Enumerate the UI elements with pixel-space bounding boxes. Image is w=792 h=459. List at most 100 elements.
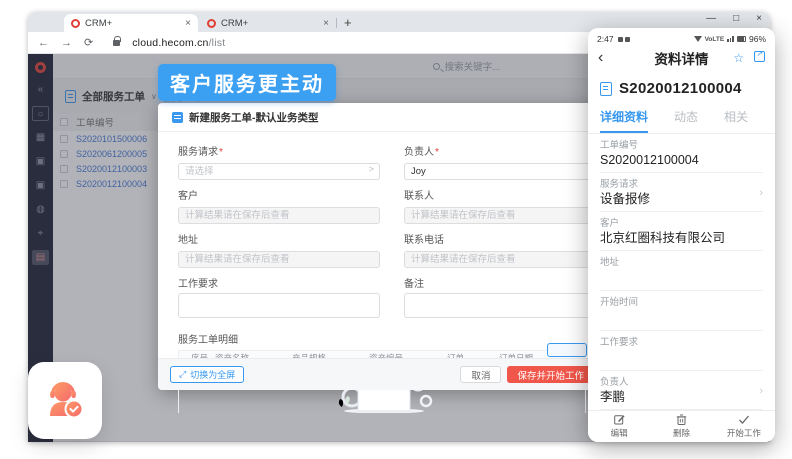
forward-icon[interactable]: →	[61, 37, 72, 49]
new-order-modal: 新建服务工单-默认业务类型 服务请求 > 负责人 客户	[158, 103, 606, 390]
field-label: 开始时间	[600, 297, 763, 308]
record-id-row: S2020012100004	[588, 70, 775, 99]
phone-nav-bar: ‹ 资料详情 ☆	[588, 46, 775, 70]
window-maximize-button[interactable]: □	[733, 13, 739, 24]
field-value	[600, 350, 763, 366]
url-text[interactable]: cloud.hecom.cn/list	[132, 37, 225, 49]
phone-field-list: 工单编号 S2020012100004 服务请求 设备报修 › 客户 北京红圈科…	[588, 134, 775, 431]
cancel-button[interactable]: 取消	[460, 366, 501, 383]
phone-status-bar: 2:47 VoLTE 96%	[588, 28, 775, 46]
field-address: 地址	[178, 224, 380, 268]
modal-footer: ⤢ 切换为全屏 取消 保存并开始工作	[158, 358, 606, 390]
field-label: 工作要求	[178, 275, 380, 290]
field-owner[interactable]: 负责人 李鹏 ›	[600, 371, 763, 410]
worksheet-icon	[600, 82, 612, 96]
start-work-button[interactable]: 开始工作	[713, 411, 775, 442]
battery-icon	[737, 36, 746, 42]
field-label: 服务请求	[178, 143, 380, 158]
tab-close-icon[interactable]: ×	[185, 18, 191, 29]
share-icon[interactable]	[754, 51, 765, 62]
field-service-request[interactable]: 服务请求 设备报修 ›	[600, 173, 763, 212]
expand-icon: ⤢	[179, 369, 186, 380]
delete-button[interactable]: 删除	[650, 411, 712, 442]
browser-tab-1[interactable]: CRM+ ×	[64, 14, 198, 32]
service-request-select[interactable]	[178, 163, 380, 180]
field-customer: 客户 北京红圈科技有限公司	[600, 212, 763, 251]
fullscreen-label: 切换为全屏	[190, 368, 235, 381]
screenshot-stage: CRM+ × CRM+ × + — □ × ← → ⟳ cloud.hecom.…	[0, 0, 792, 459]
battery-percent: 96%	[749, 34, 766, 44]
field-service-request: 服务请求 >	[178, 136, 380, 180]
tab-related[interactable]: 相关	[724, 108, 748, 133]
field-label: 服务请求	[600, 179, 763, 190]
tab-label: CRM+	[221, 18, 318, 29]
field-value	[600, 270, 763, 286]
field-value	[600, 310, 763, 326]
tab-label: CRM+	[85, 18, 180, 29]
tab-activity[interactable]: 动态	[674, 108, 698, 133]
field-label: 客户	[178, 187, 380, 202]
tab-separator	[336, 18, 337, 28]
save-button[interactable]: 保存并开始工作	[507, 366, 594, 383]
field-owner: 负责人	[404, 136, 606, 180]
chevron-right-icon: ›	[759, 385, 763, 397]
tab-detail[interactable]: 详细资料	[600, 108, 648, 133]
chevron-right-icon: >	[369, 164, 374, 174]
support-float-button[interactable]	[28, 362, 102, 439]
contact-input	[404, 207, 606, 224]
field-label: 工单编号	[600, 140, 763, 151]
browser-tab-2[interactable]: CRM+ ×	[200, 14, 336, 32]
fullscreen-toggle-button[interactable]: ⤢ 切换为全屏	[170, 366, 244, 383]
field-remark: 备注	[404, 268, 606, 323]
field-value: 设备报修	[600, 192, 763, 207]
field-label: 负责人	[600, 377, 763, 388]
check-icon	[738, 414, 750, 425]
detail-section-label: 服务工单明细	[178, 331, 586, 346]
phone-bottom-toolbar: 编辑 删除 开始工作	[588, 410, 775, 442]
favorite-star-icon[interactable]: ☆	[733, 51, 744, 65]
record-id: S2020012100004	[619, 80, 742, 97]
reload-icon[interactable]: ⟳	[84, 36, 93, 49]
field-label: 备注	[404, 275, 606, 290]
field-label: 客户	[600, 218, 763, 229]
field-value: 李鹏	[600, 390, 763, 405]
trash-icon	[676, 414, 687, 425]
field-work-requirement: 工作要求	[600, 331, 763, 371]
chevron-right-icon: ›	[759, 187, 763, 199]
tab-close-icon[interactable]: ×	[323, 18, 329, 29]
customer-service-icon	[42, 378, 88, 424]
work-requirement-textarea[interactable]	[178, 293, 380, 318]
field-address: 地址	[600, 251, 763, 291]
owner-input[interactable]	[404, 163, 606, 180]
window-minimize-button[interactable]: —	[706, 13, 716, 24]
url-path: /list	[209, 37, 226, 49]
field-label: 联系人	[404, 187, 606, 202]
field-value: 北京红圈科技有限公司	[600, 231, 763, 246]
back-icon[interactable]: ←	[38, 37, 49, 49]
add-detail-button[interactable]	[547, 343, 587, 357]
notification-icons	[618, 37, 630, 42]
field-label: 联系电话	[404, 231, 606, 246]
edit-button[interactable]: 编辑	[588, 411, 650, 442]
new-tab-button[interactable]: +	[344, 15, 352, 30]
crm-favicon	[71, 19, 80, 28]
modal-header: 新建服务工单-默认业务类型	[158, 103, 606, 132]
modal-title: 新建服务工单-默认业务类型	[189, 110, 319, 125]
field-contact: 联系人	[404, 180, 606, 224]
status-time: 2:47	[597, 34, 614, 44]
url-host: cloud.hecom.cn	[132, 37, 208, 49]
field-label: 负责人	[404, 143, 606, 158]
field-value: S2020012100004	[600, 153, 763, 168]
field-start-time: 开始时间	[600, 291, 763, 331]
field-label: 地址	[600, 257, 763, 268]
field-label: 地址	[178, 231, 380, 246]
field-phone: 联系电话	[404, 224, 606, 268]
customer-input	[178, 207, 380, 224]
field-work-requirement: 工作要求	[178, 268, 380, 323]
form-icon	[172, 112, 183, 123]
remark-textarea[interactable]	[404, 293, 606, 318]
crm-favicon	[207, 19, 216, 28]
lock-icon	[113, 40, 120, 46]
phone-overlay: 2:47 VoLTE 96% ‹ 资料详情 ☆ S2020012100004 详…	[588, 28, 775, 442]
window-close-button[interactable]: ×	[756, 13, 762, 24]
